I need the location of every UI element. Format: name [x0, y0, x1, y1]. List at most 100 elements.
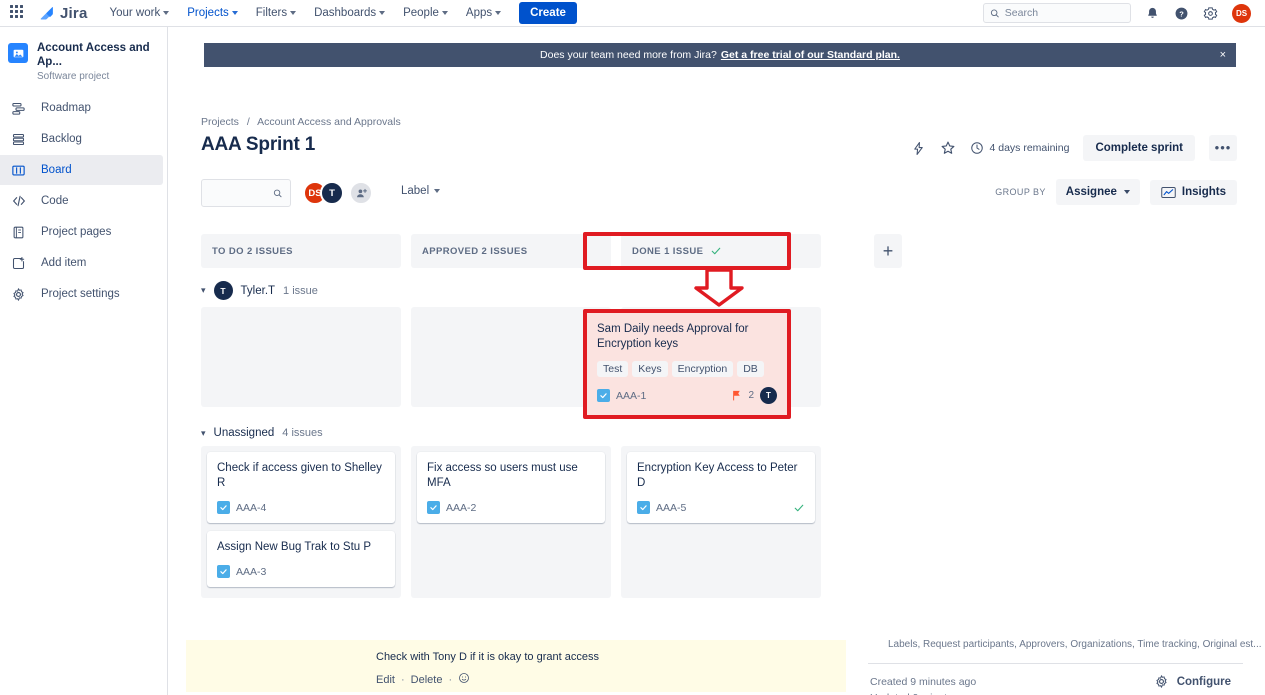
create-button[interactable]: Create [519, 2, 577, 24]
swimlane-header-unassigned[interactable]: ▾ Unassigned 4 issues [201, 427, 861, 439]
chevron-down-icon[interactable]: ▾ [201, 428, 206, 439]
column-header-label: APPROVED 2 ISSUES [422, 246, 528, 257]
tag[interactable]: Keys [632, 361, 667, 377]
lightning-icon[interactable] [911, 141, 926, 156]
sidebar-item-label: Board [41, 164, 72, 176]
column-header-todo[interactable]: TO DO 2 ISSUES [201, 234, 401, 268]
add-reaction-icon[interactable] [458, 672, 470, 687]
swimlane-header-tyler[interactable]: ▾ T Tyler.T 1 issue [201, 281, 861, 300]
sidebar-item-backlog[interactable]: Backlog [0, 124, 163, 154]
grid-apps-icon[interactable] [10, 5, 26, 21]
sidebar-item-project-settings[interactable]: Project settings [0, 279, 163, 309]
jira-logo-icon [38, 5, 55, 22]
done-check-icon [793, 502, 805, 514]
pages-icon [10, 224, 27, 241]
group-by-dropdown[interactable]: Assignee [1056, 179, 1140, 205]
comment-delete-button[interactable]: Delete [411, 674, 443, 686]
gear-icon[interactable] [1203, 6, 1218, 21]
avatar[interactable]: T [320, 181, 344, 205]
avatar[interactable]: T [760, 387, 777, 404]
comment-edit-button[interactable]: Edit [376, 674, 395, 686]
board-search-input[interactable] [209, 187, 273, 199]
insights-button[interactable]: Insights [1150, 180, 1237, 205]
swimlane-issue-count: 4 issues [282, 427, 322, 439]
issue-card-meta: 2 T [732, 387, 777, 404]
promo-link[interactable]: Get a free trial of our Standard plan. [721, 49, 900, 61]
toolbar-right-group: GROUP BY Assignee Insights [995, 179, 1237, 205]
bell-icon[interactable] [1145, 6, 1160, 21]
issue-key[interactable]: AAA-2 [446, 502, 476, 514]
project-avatar-icon [8, 43, 28, 63]
issue-meta-row: Created 9 minutes ago Updated 9 minutes … [868, 674, 1243, 695]
sidebar-item-add-item[interactable]: Add item [0, 248, 163, 278]
sidebar-item-code[interactable]: Code [0, 186, 163, 216]
chevron-down-icon[interactable]: ▾ [201, 285, 206, 296]
lane-column-done[interactable]: Encryption Key Access to Peter D AAA-5 [621, 446, 821, 598]
label-filter-text: Label [401, 185, 429, 197]
avatar[interactable]: DS [1232, 4, 1251, 23]
tag[interactable]: DB [737, 361, 764, 377]
issue-key[interactable]: AAA-3 [236, 566, 266, 578]
tag[interactable]: Encryption [672, 361, 734, 377]
complete-sprint-button[interactable]: Complete sprint [1083, 135, 1195, 161]
close-icon[interactable]: × [1220, 49, 1226, 61]
created-timestamp: Created 9 minutes ago [870, 674, 979, 690]
help-circle-icon[interactable]: ? [1174, 6, 1189, 21]
chevron-down-icon [442, 11, 448, 15]
lane-column-approved[interactable]: Fix access so users must use MFA AAA-2 [411, 446, 611, 598]
issue-key[interactable]: AAA-5 [656, 502, 686, 514]
issue-card[interactable]: Check if access given to Shelley R AAA-4 [207, 452, 395, 523]
issue-card[interactable]: Fix access so users must use MFA AAA-2 [417, 452, 605, 523]
sidebar-project-name: Account Access and Ap... [37, 41, 157, 69]
group-by-value: Assignee [1066, 186, 1117, 198]
column-header-approved[interactable]: APPROVED 2 ISSUES [411, 234, 611, 268]
sidebar-project-header[interactable]: Account Access and Ap... Software projec… [0, 33, 167, 92]
tag[interactable]: Test [597, 361, 628, 377]
sidebar-item-board[interactable]: Board [0, 155, 163, 185]
breadcrumb-project[interactable]: Account Access and Approvals [257, 116, 401, 128]
nav-item-people[interactable]: People [403, 7, 448, 19]
page-title: AAA Sprint 1 [201, 134, 315, 156]
more-actions-button[interactable]: ••• [1209, 135, 1237, 161]
chevron-down-icon [163, 11, 169, 15]
code-icon [10, 193, 27, 210]
global-search[interactable] [983, 3, 1131, 23]
comment-panel [186, 640, 846, 692]
add-person-icon[interactable] [349, 181, 373, 205]
jira-logo[interactable]: Jira [38, 5, 88, 22]
column-header-done[interactable]: DONE 1 ISSUE [621, 234, 821, 268]
breadcrumb-projects[interactable]: Projects [201, 116, 239, 128]
separator: · [448, 674, 452, 686]
sidebar-item-roadmap[interactable]: Roadmap [0, 93, 163, 123]
sidebar-item-label: Project settings [41, 288, 120, 300]
nav-item-your-work[interactable]: Your work [110, 7, 170, 19]
lane-column-todo[interactable] [201, 307, 401, 407]
search-icon [273, 188, 283, 199]
issue-card-tags: Test Keys Encryption DB [597, 361, 777, 377]
issue-card-highlighted[interactable]: Sam Daily needs Approval for Encryption … [583, 309, 791, 419]
issue-card-title: Encryption Key Access to Peter D [637, 461, 805, 491]
search-input[interactable] [1005, 7, 1124, 19]
issue-card[interactable]: Encryption Key Access to Peter D AAA-5 [627, 452, 815, 523]
comment-actions: Edit · Delete · [376, 672, 470, 687]
nav-label: People [403, 7, 439, 19]
issue-key[interactable]: AAA-4 [236, 502, 266, 514]
add-column-button[interactable]: + [874, 234, 902, 268]
search-icon [990, 8, 1000, 19]
star-icon[interactable] [940, 140, 956, 156]
check-icon [710, 245, 722, 257]
label-filter-dropdown[interactable]: Label [401, 185, 440, 197]
configure-button[interactable]: Configure [1154, 674, 1243, 689]
nav-item-apps[interactable]: Apps [466, 7, 501, 19]
nav-item-projects[interactable]: Projects [187, 7, 238, 19]
lane-column-approved[interactable] [411, 307, 611, 407]
nav-item-filters[interactable]: Filters [256, 7, 296, 19]
comment-text: Check with Tony D if it is okay to grant… [376, 651, 599, 663]
issue-card[interactable]: Assign New Bug Trak to Stu P AAA-3 [207, 531, 395, 587]
issue-key[interactable]: AAA-1 [616, 390, 646, 402]
nav-item-dashboards[interactable]: Dashboards [314, 7, 385, 19]
sidebar-item-project-pages[interactable]: Project pages [0, 217, 163, 247]
lane-column-todo[interactable]: Check if access given to Shelley R AAA-4… [201, 446, 401, 598]
board-search[interactable] [201, 179, 291, 207]
svg-text:?: ? [1179, 9, 1184, 18]
